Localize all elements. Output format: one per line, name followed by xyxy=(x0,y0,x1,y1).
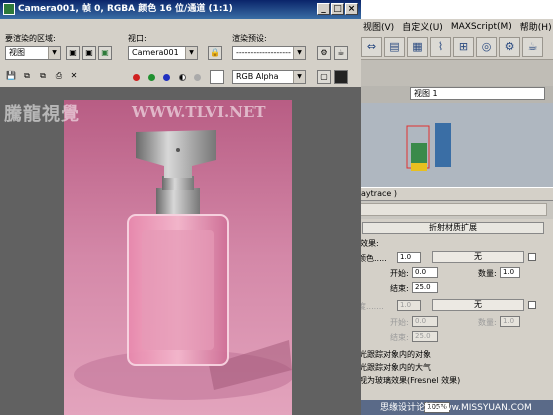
menu-help[interactable]: 帮助(H) xyxy=(520,20,552,33)
render-frame-window: Camera001, 帧 0, RGBA 颜色 16 位/通道 (1:1) _ … xyxy=(0,0,361,415)
render-teapot-icon[interactable]: ☕ xyxy=(522,36,543,57)
region-select-icon[interactable]: ▣ xyxy=(98,46,112,60)
color-map-button[interactable]: 无 xyxy=(432,251,524,263)
menu-view[interactable]: 视图(V) xyxy=(363,20,394,33)
mirror-icon[interactable]: ⇔ xyxy=(361,36,382,57)
amount-label: 数量: xyxy=(478,269,497,278)
forum-watermark: 思缘设计论坛 www.MISSYUAN.COM xyxy=(380,403,532,413)
display-toggle-icon[interactable]: ▢ xyxy=(317,70,331,84)
density-amount-label: 数量: xyxy=(478,318,497,327)
clear-icon[interactable]: ✕ xyxy=(67,70,81,84)
area-label: 要渲染的区域: xyxy=(5,34,56,43)
render-image-toolbar: 💾 ⧉ ⧉ ⎙ ✕ RGB Alpha ▼ ▢ xyxy=(0,67,361,88)
edit-region-icon[interactable]: ▣ xyxy=(66,46,80,60)
max-main-toolbar: ⇔ ▤ ▦ ⌇ ⊞ ◎ ⚙ ☕ xyxy=(355,34,553,60)
perfume-render-image xyxy=(64,100,292,415)
clone-icon[interactable]: ⧉ xyxy=(20,70,34,84)
preset-label: 渲染预设: xyxy=(232,34,267,43)
rollout-title[interactable]: aytrace ) xyxy=(355,187,553,201)
chevron-down-icon: ▼ xyxy=(293,71,305,83)
menu-customize[interactable]: 自定义(U) xyxy=(402,20,443,33)
render-window-title: Camera001, 帧 0, RGBA 颜色 16 位/通道 (1:1) xyxy=(18,4,233,14)
density-map-checkbox[interactable] xyxy=(528,301,536,309)
node-preview-graphic xyxy=(406,123,451,171)
viewport-label: 视口: xyxy=(128,34,147,43)
density-end-label: 结束: xyxy=(390,333,409,342)
area-select-value: 视图 xyxy=(9,48,25,57)
align-icon[interactable]: ▤ xyxy=(384,36,405,57)
density-end-field[interactable]: 25.0 xyxy=(412,331,438,342)
render-setup-icon[interactable]: ⚙ xyxy=(317,46,331,60)
save-icon[interactable]: 💾 xyxy=(4,70,18,84)
channel-select[interactable]: RGB Alpha ▼ xyxy=(232,70,306,84)
red-channel-icon[interactable] xyxy=(133,74,140,81)
preset-select-value: ------------------- xyxy=(236,48,291,57)
layer-icon[interactable]: ▦ xyxy=(407,36,428,57)
schematic-icon[interactable]: ⊞ xyxy=(453,36,474,57)
chevron-down-icon: ▼ xyxy=(185,47,197,59)
viewport-select[interactable]: Camera001 ▼ xyxy=(128,46,198,60)
material-editor-icon[interactable]: ◎ xyxy=(476,36,497,57)
watermark-url: WWW.TLVI.NET xyxy=(132,103,266,121)
channel-select-value: RGB Alpha xyxy=(236,72,279,81)
print-icon[interactable]: ⎙ xyxy=(52,70,66,84)
refraction-ext-button[interactable]: 折射材质扩展 xyxy=(362,222,544,234)
material-editor-strip xyxy=(355,60,553,86)
end-field[interactable]: 25.0 xyxy=(412,282,438,293)
density-map-button[interactable]: 无 xyxy=(432,299,524,311)
view-select[interactable]: 视图 1 xyxy=(410,87,545,100)
max-menubar: 视图(V) 自定义(U) MAXScript(M) 帮助(H) xyxy=(355,19,553,34)
render-controls: 要渲染的区域: 视图 ▼ ▣ ▣ ▣ 视口: Camera001 ▼ 🔒 渲染预… xyxy=(0,19,361,67)
maximize-button[interactable]: □ xyxy=(331,3,344,15)
minimize-button[interactable]: _ xyxy=(317,3,330,15)
density-start-field[interactable]: 0.0 xyxy=(412,316,438,327)
max-titlebar xyxy=(355,0,553,19)
density-label: 度....... xyxy=(358,302,384,311)
area-select[interactable]: 视图 ▼ xyxy=(5,46,61,60)
chevron-down-icon: ▼ xyxy=(48,47,60,59)
color-swatch[interactable] xyxy=(210,70,224,84)
green-channel-icon[interactable] xyxy=(148,74,155,81)
color-amount-field[interactable]: 1.0 xyxy=(397,252,421,263)
blank-row xyxy=(355,203,547,216)
environment-icon[interactable]: ☕ xyxy=(334,46,348,60)
auto-region-icon[interactable]: ▣ xyxy=(82,46,96,60)
density-amount2-field[interactable]: 1.0 xyxy=(500,316,520,327)
preset-select[interactable]: ------------------- ▼ xyxy=(232,46,306,60)
alpha-channel-icon[interactable] xyxy=(179,74,186,81)
lock-icon[interactable]: 🔒 xyxy=(208,46,222,60)
effect-label: 效果: xyxy=(360,239,379,248)
density-amount-field[interactable]: 1.0 xyxy=(397,300,421,311)
render-setup-icon[interactable]: ⚙ xyxy=(499,36,520,57)
viewport-select-value: Camera001 xyxy=(132,48,179,57)
render-window-icon xyxy=(3,3,15,15)
start-field[interactable]: 0.0 xyxy=(412,267,438,278)
blue-channel-icon[interactable] xyxy=(163,74,170,81)
amount-field[interactable]: 1.0 xyxy=(500,267,520,278)
menu-maxscript[interactable]: MAXScript(M) xyxy=(451,22,512,32)
chevron-down-icon: ▼ xyxy=(293,47,305,59)
option-trace-atmosphere[interactable]: 光跟踪对象内的大气 xyxy=(359,362,431,373)
option-trace-objects[interactable]: 光跟踪对象内的对象 xyxy=(359,349,431,360)
render-window-titlebar[interactable]: Camera001, 帧 0, RGBA 颜色 16 位/通道 (1:1) _ … xyxy=(0,0,361,19)
frame-display-icon[interactable] xyxy=(334,70,348,84)
start-label: 开始: xyxy=(390,269,409,278)
curve-editor-icon[interactable]: ⌇ xyxy=(430,36,451,57)
density-start-label: 开始: xyxy=(390,318,409,327)
copy-icon[interactable]: ⧉ xyxy=(36,70,50,84)
mono-icon[interactable] xyxy=(194,74,201,81)
end-label: 结束: xyxy=(390,284,409,293)
option-fresnel[interactable]: 视为玻璃效果(Fresnel 效果) xyxy=(359,375,460,386)
color-label: 颜色..... xyxy=(358,254,387,263)
watermark-cn: 騰龍視覺 xyxy=(4,104,80,125)
material-preview-area xyxy=(355,103,553,187)
close-button[interactable]: × xyxy=(345,3,358,15)
color-map-checkbox[interactable] xyxy=(528,253,536,261)
